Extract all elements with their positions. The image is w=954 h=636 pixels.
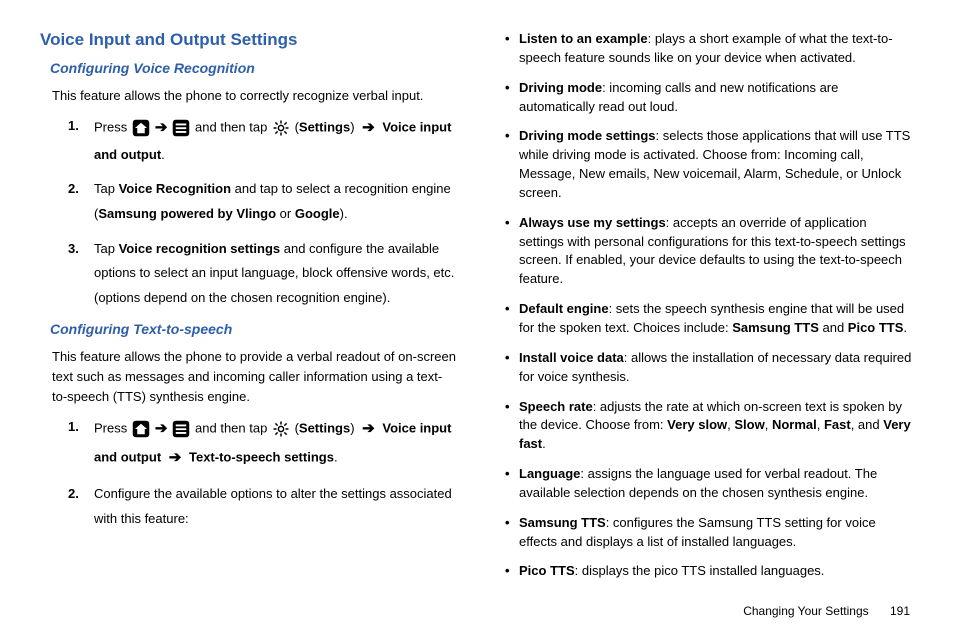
text: . [903,320,907,335]
settings-icon [272,420,290,438]
bold: Default engine [519,301,609,316]
bold: Samsung TTS [519,515,606,530]
list-item: Default engine: sets the speech synthesi… [505,300,914,338]
bold: Google [295,206,340,221]
text: and then tap [191,421,271,436]
bold: Fast [824,417,851,432]
bold: Listen to an example [519,31,648,46]
bold: Pico TTS [519,563,575,578]
tts-options-list: Listen to an example: plays a short exam… [505,30,914,581]
step-num: 3. [68,237,79,262]
left-column: Voice Input and Output Settings Configur… [40,30,457,592]
list-item: Pico TTS: displays the pico TTS installe… [505,562,914,581]
menu-icon [172,420,190,438]
heading-config-voice-recog: Configuring Voice Recognition [50,60,457,76]
step-num: 1. [68,415,79,440]
arrow-icon: ➔ [362,415,375,444]
bold: Language [519,466,580,481]
bold: Pico TTS [848,320,904,335]
text: . [161,147,165,162]
bold: Samsung TTS [732,320,819,335]
home-icon [132,119,150,137]
list-item: Language: assigns the language used for … [505,465,914,503]
page-number: 191 [890,604,910,618]
intro-voice-recog: This feature allows the phone to correct… [52,86,457,106]
bold: Settings [299,120,350,135]
steps-voice-recog: 1. Press ➔ and then tap (Settings) ➔ Voi… [68,114,457,311]
text: and then tap [191,120,271,135]
text: Press [94,120,131,135]
step-num: 2. [68,482,79,507]
text: or [276,206,295,221]
bold: Normal [772,417,817,432]
heading-voice-io: Voice Input and Output Settings [40,30,457,50]
bold: Settings [299,421,350,436]
steps-tts: 1. Press ➔ and then tap (Settings) ➔ Voi… [68,415,457,531]
list-item: Speech rate: adjusts the rate at which o… [505,398,914,455]
text: ). [340,206,348,221]
list-item: Driving mode: incoming calls and new not… [505,79,914,117]
right-column: Listen to an example: plays a short exam… [497,30,914,592]
arrow-icon: ➔ [362,114,375,143]
arrow-icon: ➔ [169,444,182,473]
bold: Voice Recognition [119,181,231,196]
bold: Samsung powered by Vlingo [98,206,276,221]
list-item: Listen to an example: plays a short exam… [505,30,914,68]
text: . [334,449,338,464]
home-icon [132,420,150,438]
text: ) [350,120,358,135]
step-2: 2. Configure the available options to al… [68,482,457,531]
text: Configure the available options to alter… [94,486,452,526]
text: , and [851,417,884,432]
text: : displays the pico TTS installed langua… [575,563,825,578]
list-item: Samsung TTS: configures the Samsung TTS … [505,514,914,552]
arrow-icon: ➔ [155,415,168,444]
footer-section: Changing Your Settings [743,604,868,618]
step-1: 1. Press ➔ and then tap (Settings) ➔ Voi… [68,415,457,472]
step-3: 3. Tap Voice recognition settings and co… [68,237,457,311]
bold: Install voice data [519,350,624,365]
bold: Speech rate [519,399,593,414]
step-num: 2. [68,177,79,202]
text: , [765,417,772,432]
text: . [542,436,546,451]
arrow-icon: ➔ [155,114,168,143]
text: Tap [94,241,119,256]
text: , [817,417,824,432]
text: ) [350,421,358,436]
heading-config-tts: Configuring Text-to-speech [50,321,457,337]
settings-icon [272,119,290,137]
bold: Driving mode [519,80,602,95]
bold: Text-to-speech settings [189,449,334,464]
step-1: 1. Press ➔ and then tap (Settings) ➔ Voi… [68,114,457,167]
bold: Driving mode settings [519,128,656,143]
bold: Always use my settings [519,215,666,230]
list-item: Always use my settings: accepts an overr… [505,214,914,289]
step-num: 1. [68,114,79,139]
step-2: 2. Tap Voice Recognition and tap to sele… [68,177,457,226]
intro-tts: This feature allows the phone to provide… [52,347,457,407]
list-item: Driving mode settings: selects those app… [505,127,914,202]
page-footer: Changing Your Settings 191 [743,604,910,618]
text: Tap [94,181,119,196]
bold: Slow [734,417,764,432]
text: and [819,320,848,335]
bold: Voice recognition settings [119,241,281,256]
menu-icon [172,119,190,137]
text: Press [94,421,131,436]
list-item: Install voice data: allows the installat… [505,349,914,387]
bold: Very slow [667,417,727,432]
